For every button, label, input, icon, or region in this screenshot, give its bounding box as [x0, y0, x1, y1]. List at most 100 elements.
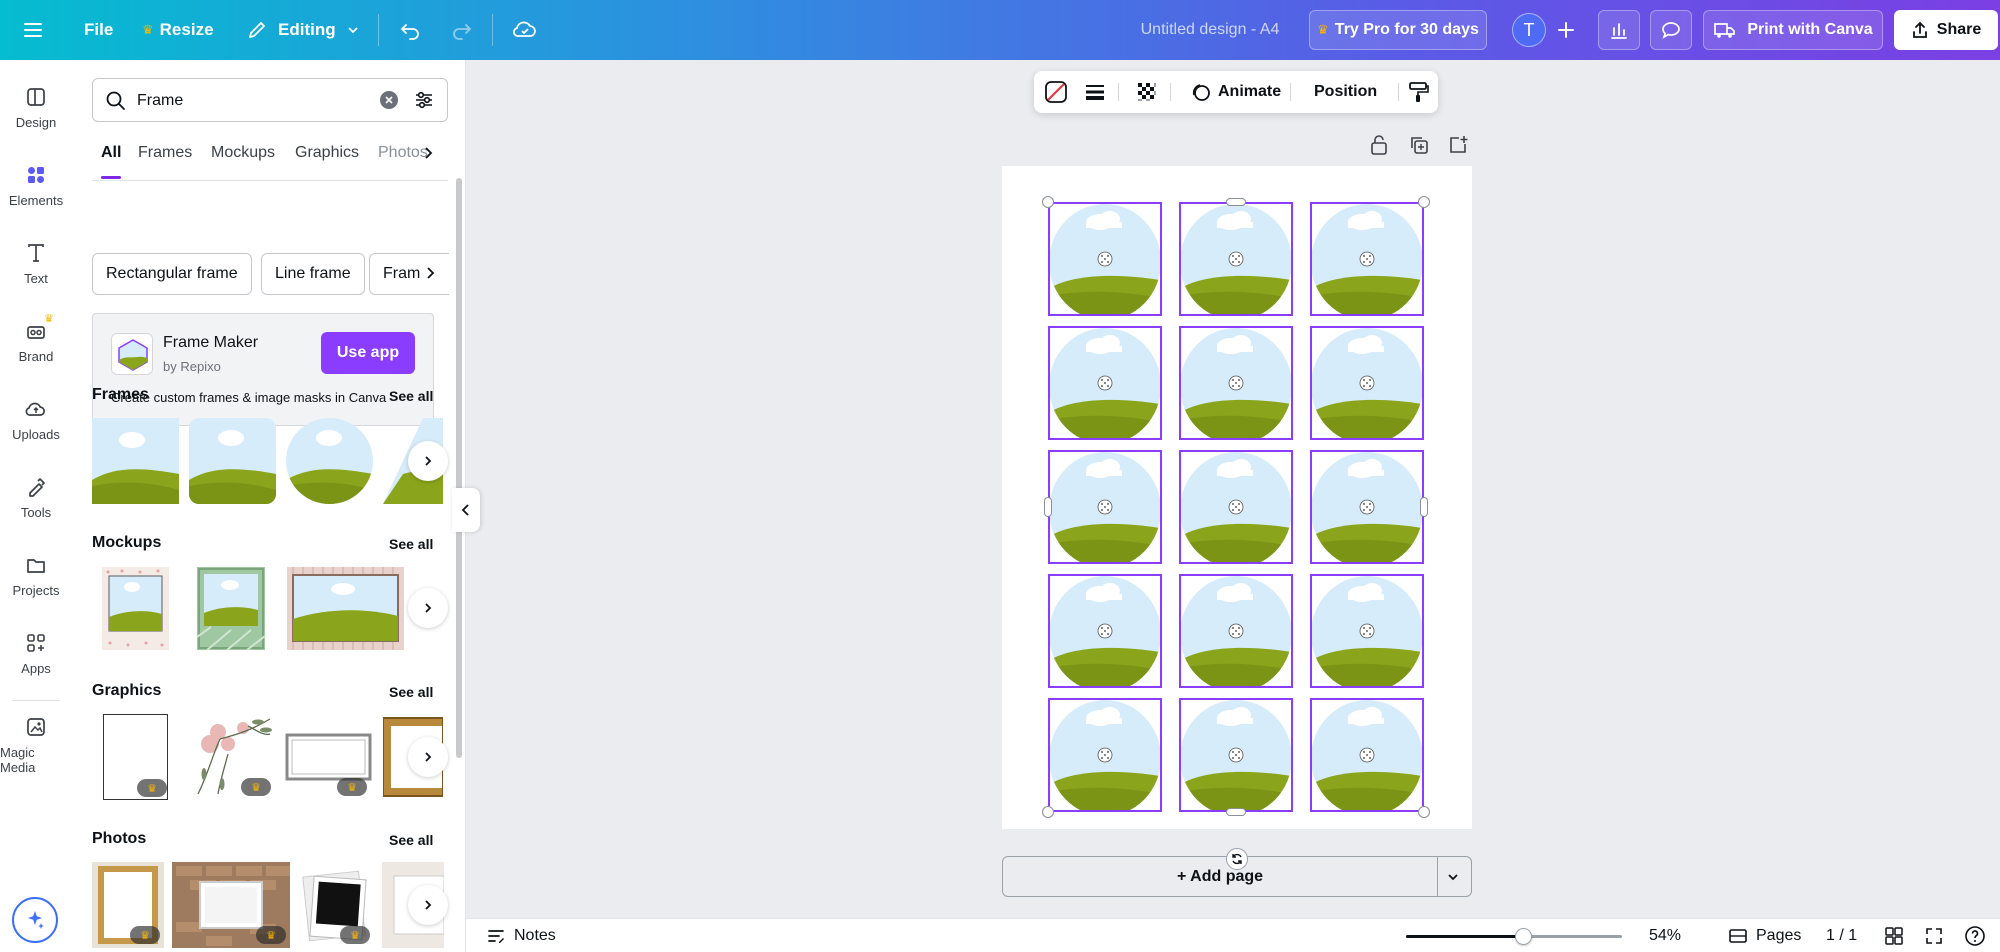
- tabs-divider: [92, 180, 448, 181]
- transparency-icon[interactable]: [1136, 71, 1158, 113]
- resize-handle[interactable]: [1042, 806, 1054, 818]
- insights-icon[interactable]: [1598, 10, 1640, 50]
- circle-frame[interactable]: [1048, 326, 1162, 444]
- circle-frame[interactable]: [1179, 574, 1293, 692]
- use-app-button[interactable]: Use app: [321, 332, 415, 374]
- fullscreen-icon[interactable]: [1924, 919, 1944, 952]
- resize-handle[interactable]: [1226, 808, 1246, 816]
- mockups-next-icon[interactable]: [408, 588, 448, 628]
- add-collaborator-icon[interactable]: [1556, 0, 1576, 60]
- lock-page-icon[interactable]: [1369, 134, 1389, 161]
- zoom-level[interactable]: 54%: [1649, 919, 1681, 952]
- duplicate-page-icon[interactable]: [1408, 134, 1430, 161]
- try-pro-button[interactable]: ♛ Try Pro for 30 days: [1309, 10, 1487, 50]
- resize-handle[interactable]: [1418, 196, 1430, 208]
- rail-item-text[interactable]: Text: [0, 228, 72, 298]
- menu-icon[interactable]: [22, 0, 44, 60]
- chip-rectangular-frame[interactable]: Rectangular frame: [92, 253, 252, 295]
- graphics-see-all-link[interactable]: See all: [389, 684, 433, 700]
- circle-frame[interactable]: [1048, 202, 1162, 320]
- graphic-thumbnail[interactable]: ♛: [103, 714, 168, 800]
- circle-frame[interactable]: [1048, 698, 1162, 816]
- circle-frame[interactable]: [1310, 574, 1424, 692]
- rail-item-magic-media[interactable]: Magic Media: [0, 710, 72, 780]
- circle-frame[interactable]: [1179, 326, 1293, 444]
- border-style-icon[interactable]: [1084, 71, 1106, 113]
- frames-see-all-link[interactable]: See all: [389, 388, 433, 404]
- editing-mode-button[interactable]: Editing: [246, 0, 360, 60]
- photo-thumbnail[interactable]: ♛: [298, 862, 374, 948]
- clear-search-icon[interactable]: [380, 91, 398, 109]
- rail-item-projects[interactable]: Projects: [0, 540, 72, 610]
- circle-frame[interactable]: [1310, 326, 1424, 444]
- resize-handle[interactable]: [1418, 806, 1430, 818]
- graphic-thumbnail[interactable]: ♛: [284, 714, 373, 800]
- comment-icon[interactable]: [1650, 10, 1692, 50]
- animate-button[interactable]: Animate: [1190, 71, 1281, 113]
- circle-frame[interactable]: [1048, 450, 1162, 568]
- grid-view-icon[interactable]: [1884, 919, 1904, 952]
- mockups-see-all-link[interactable]: See all: [389, 536, 433, 552]
- circle-frame[interactable]: [1179, 698, 1293, 816]
- circle-frame[interactable]: [1048, 574, 1162, 692]
- notes-button[interactable]: Notes: [486, 919, 556, 952]
- border-color-icon[interactable]: [1044, 71, 1068, 113]
- rail-item-apps[interactable]: Apps: [0, 618, 72, 688]
- photo-thumbnail[interactable]: ♛: [92, 862, 164, 948]
- add-page-button[interactable]: + Add page: [1003, 857, 1437, 896]
- search-input[interactable]: [137, 89, 367, 113]
- panel-scrollbar[interactable]: [456, 178, 462, 758]
- rail-item-brand[interactable]: Brand: [0, 306, 72, 376]
- graphic-thumbnail[interactable]: ♛: [188, 714, 277, 800]
- photo-thumbnail[interactable]: ♛: [172, 862, 290, 948]
- rail-item-uploads[interactable]: Uploads: [0, 384, 72, 454]
- graphics-next-icon[interactable]: [408, 737, 448, 777]
- frames-next-icon[interactable]: [408, 441, 448, 481]
- frame-thumbnail[interactable]: [189, 418, 276, 504]
- resize-handle[interactable]: [1226, 198, 1246, 206]
- rail-item-tools[interactable]: Tools: [0, 462, 72, 532]
- zoom-slider-handle[interactable]: [1514, 928, 1532, 945]
- chips-next-icon[interactable]: [424, 263, 438, 288]
- redo-icon[interactable]: [450, 0, 474, 60]
- file-menu[interactable]: File: [84, 0, 113, 60]
- rail-item-design[interactable]: Design: [0, 72, 72, 142]
- magic-assistant-button[interactable]: [12, 897, 58, 943]
- design-page[interactable]: [1002, 166, 1472, 829]
- help-icon[interactable]: [1964, 919, 1986, 952]
- resize-handle[interactable]: [1042, 196, 1054, 208]
- tabs-next-icon[interactable]: [422, 144, 436, 167]
- add-page-options-icon[interactable]: [1445, 869, 1461, 890]
- undo-icon[interactable]: [398, 0, 422, 60]
- collapse-panel-button[interactable]: [452, 488, 480, 532]
- filter-icon[interactable]: [413, 89, 435, 116]
- mockup-thumbnail[interactable]: [287, 567, 404, 650]
- frame-thumbnail[interactable]: [92, 418, 179, 504]
- print-with-canva-button[interactable]: Print with Canva: [1703, 10, 1883, 50]
- circle-frame[interactable]: [1179, 450, 1293, 568]
- resize-handle[interactable]: [1044, 497, 1052, 517]
- rail-item-elements[interactable]: Elements: [0, 150, 72, 220]
- position-button[interactable]: Position: [1314, 71, 1377, 113]
- mockup-thumbnail[interactable]: [197, 567, 265, 650]
- avatar[interactable]: T: [1512, 13, 1546, 47]
- copy-style-icon[interactable]: [1406, 71, 1430, 113]
- add-page-icon[interactable]: [1447, 134, 1469, 161]
- circle-frame[interactable]: [1310, 698, 1424, 816]
- share-button[interactable]: Share: [1894, 10, 1998, 50]
- design-title[interactable]: Untitled design - A4: [1100, 0, 1320, 60]
- circle-frame[interactable]: [1179, 202, 1293, 320]
- chip-line-frame[interactable]: Line frame: [261, 253, 365, 295]
- circle-frame[interactable]: [1310, 450, 1424, 568]
- mockup-thumbnail[interactable]: [102, 567, 169, 650]
- photos-next-icon[interactable]: [408, 885, 448, 925]
- frame-thumbnail[interactable]: [286, 418, 373, 504]
- photos-see-all-link[interactable]: See all: [389, 832, 433, 848]
- rail-label: Brand: [18, 348, 54, 364]
- resize-handle[interactable]: [1420, 497, 1428, 517]
- pages-button[interactable]: Pages: [1728, 919, 1801, 952]
- circle-frame[interactable]: [1310, 202, 1424, 320]
- rotate-handle-icon[interactable]: [1226, 848, 1248, 870]
- resize-button[interactable]: ♛ Resize: [142, 0, 214, 60]
- cloud-saved-icon[interactable]: [512, 0, 538, 60]
